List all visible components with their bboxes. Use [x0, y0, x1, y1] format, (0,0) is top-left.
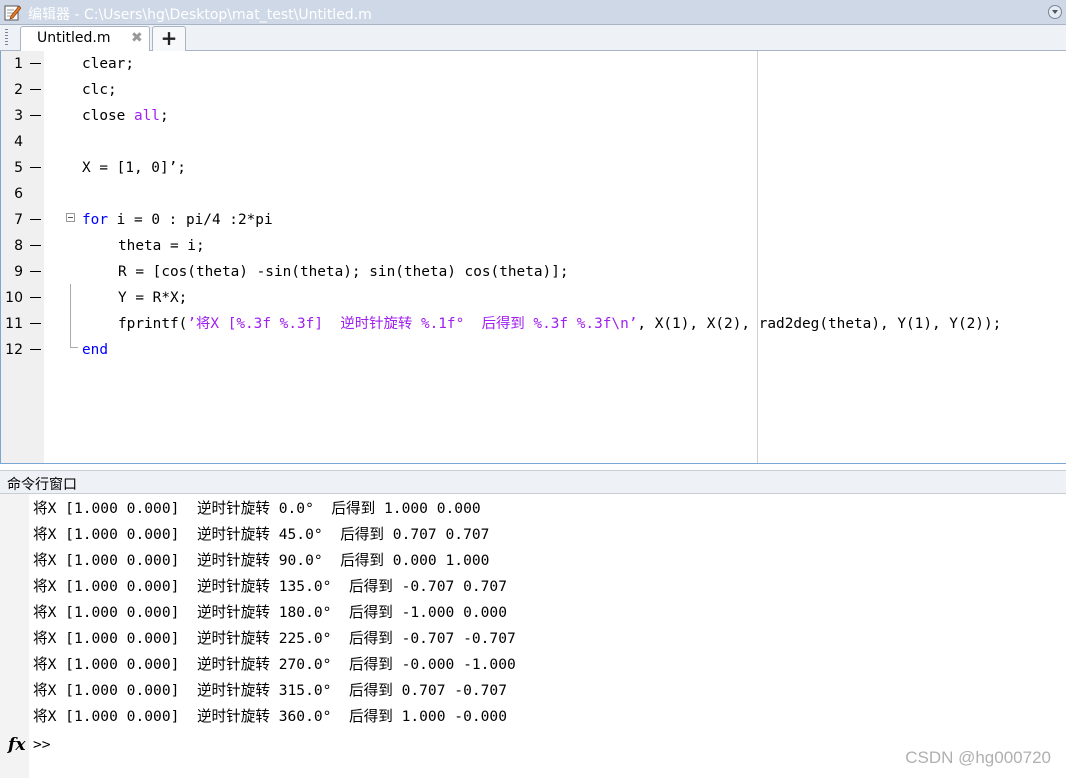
code-token: fprintf( [118, 316, 188, 332]
code-text: Y = R*X; [118, 285, 187, 311]
code-text: X = [1, 0]’; [82, 155, 186, 181]
window-title: 编辑器 - C:\Users\hg\Desktop\mat_test\Untit… [28, 7, 372, 23]
code-token: i = 0 : pi/4 :2*pi [108, 212, 273, 228]
code-token: theta = i; [118, 238, 205, 254]
code-text: R = [cos(theta) -sin(theta); sin(theta) … [118, 259, 569, 285]
command-output-line: 将X [1.000 0.000] 逆时针旋转 180.0° 后得到 -1.000… [33, 604, 508, 621]
string-token: ’将X [%.3f %.3f] 逆时针旋转 %.1f° 后得到 %.3f %.3… [187, 316, 638, 332]
line-number: 6 [14, 186, 23, 202]
breakpoint-marker[interactable] [30, 167, 41, 168]
function-browser-icon[interactable]: fx [8, 735, 25, 755]
command-output-line: 将X [1.000 0.000] 逆时针旋转 225.0° 后得到 -0.707… [33, 630, 516, 647]
breakpoint-marker[interactable] [30, 89, 41, 90]
breakpoint-marker[interactable] [30, 115, 41, 116]
code-text: fprintf(’将X [%.3f %.3f] 逆时针旋转 %.1f° 后得到 … [118, 311, 1001, 337]
code-line[interactable]: 2 clc; [1, 77, 1066, 103]
command-output-line: 将X [1.000 0.000] 逆时针旋转 135.0° 后得到 -0.707… [33, 578, 508, 595]
editor-tab-bar: Untitled.m ✖ + [0, 25, 1066, 51]
code-text: end [82, 337, 108, 363]
code-line[interactable]: 7 for i = 0 : pi/4 :2*pi [1, 207, 1066, 233]
breakpoint-marker[interactable] [30, 297, 41, 298]
breakpoint-marker[interactable] [30, 245, 41, 246]
code-token: clc; [82, 82, 117, 98]
breakpoint-marker[interactable] [30, 271, 41, 272]
code-line[interactable]: 10 Y = R*X; [1, 285, 1066, 311]
code-line[interactable]: 5 X = [1, 0]’; [1, 155, 1066, 181]
code-line[interactable]: 3 close all; [1, 103, 1066, 129]
command-window-header: 命令行窗口 [0, 470, 1066, 494]
breakpoint-marker[interactable] [30, 219, 41, 220]
command-window-title: 命令行窗口 [7, 477, 77, 493]
string-token: all [133, 108, 160, 124]
line-number: 5 [14, 160, 23, 176]
close-icon[interactable]: ✖ [131, 30, 143, 46]
line-number: 9 [14, 264, 23, 280]
code-line[interactable]: 6 [1, 181, 1066, 207]
new-tab-button[interactable]: + [152, 26, 186, 51]
code-text: for i = 0 : pi/4 :2*pi [82, 207, 273, 233]
code-line[interactable]: 4 [1, 129, 1066, 155]
code-text: close all; [82, 103, 169, 129]
tab-untitled-m[interactable]: Untitled.m ✖ [20, 26, 150, 51]
code-token: ; [159, 108, 169, 124]
command-output-line: 将X [1.000 0.000] 逆时针旋转 315.0° 后得到 0.707 … [33, 682, 508, 699]
code-token: X = [1, 0]’; [82, 160, 186, 176]
code-line[interactable]: 9 R = [cos(theta) -sin(theta); sin(theta)… [1, 259, 1066, 285]
tab-grip-icon[interactable] [5, 29, 8, 46]
line-number: 10 [5, 290, 23, 306]
code-line[interactable]: 1 clear; [1, 51, 1066, 77]
code-text: theta = i; [118, 233, 205, 259]
breakpoint-marker[interactable] [30, 349, 41, 350]
code-token: clear; [82, 56, 134, 72]
command-output-line: 将X [1.000 0.000] 逆时针旋转 0.0° 后得到 1.000 0.… [33, 500, 481, 517]
command-output-line: 将X [1.000 0.000] 逆时针旋转 90.0° 后得到 0.000 1… [33, 552, 490, 569]
editor-actions-menu-icon[interactable] [1048, 5, 1062, 19]
keyword-token: end [82, 342, 108, 358]
line-number: 4 [14, 134, 23, 150]
tab-label: Untitled.m [37, 30, 111, 46]
line-number: 8 [14, 238, 23, 254]
keyword-token: for [82, 212, 108, 228]
command-output-line: 将X [1.000 0.000] 逆时针旋转 360.0° 后得到 1.000 … [33, 708, 508, 725]
editor-title-bar: 编辑器 - C:\Users\hg\Desktop\mat_test\Untit… [0, 0, 1066, 25]
editor-pencil-icon [4, 5, 21, 21]
line-number: 2 [14, 82, 23, 98]
code-token: , X(1), X(2), rad2deg(theta), Y(1), Y(2)… [637, 316, 1002, 332]
breakpoint-marker[interactable] [30, 323, 41, 324]
line-number: 12 [5, 342, 23, 358]
watermark: CSDN @hg000720 [905, 748, 1051, 767]
code-line[interactable]: 11 fprintf(’将X [%.3f %.3f] 逆时针旋转 %.1f° 后得… [1, 311, 1066, 337]
line-number: 1 [14, 56, 23, 72]
code-token: Y = R*X; [118, 290, 188, 306]
command-output-line: 将X [1.000 0.000] 逆时针旋转 270.0° 后得到 -0.000… [33, 656, 516, 673]
code-line[interactable]: 8 theta = i; [1, 233, 1066, 259]
command-output-line: 将X [1.000 0.000] 逆时针旋转 45.0° 后得到 0.707 0… [33, 526, 490, 543]
line-number: 3 [14, 108, 23, 124]
code-text: clear; [82, 51, 134, 77]
command-prompt[interactable]: >> [33, 732, 51, 758]
command-window[interactable]: fx >> 将X [1.000 0.000] 逆时针旋转 0.0° 后得到 1.… [0, 494, 1066, 778]
code-token: R = [cos(theta) -sin(theta); sin(theta) … [118, 264, 569, 280]
breakpoint-marker[interactable] [30, 63, 41, 64]
line-number: 11 [5, 316, 23, 332]
code-editor[interactable]: 1 clear; 2 clc; 3 close all; 4 5 X = [1, 0]’; 6 7 f… [0, 51, 1066, 464]
line-number: 7 [14, 212, 23, 228]
code-line[interactable]: 12 end [1, 337, 1066, 363]
code-text: clc; [82, 77, 117, 103]
code-token: close [82, 108, 134, 124]
